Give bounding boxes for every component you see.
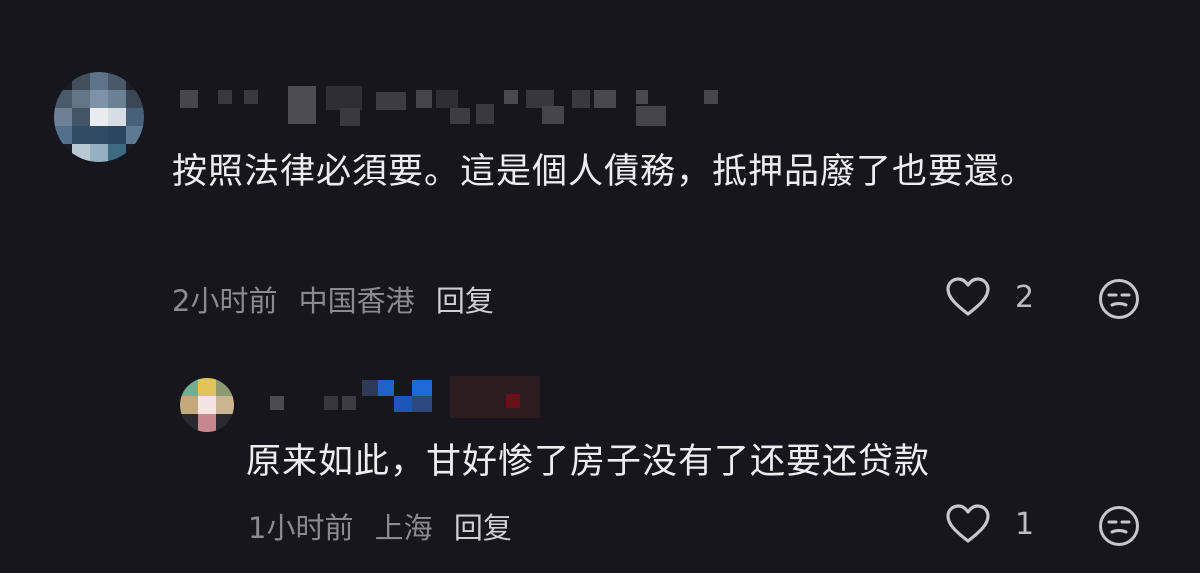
like-button[interactable]: 1 [945, 503, 1035, 545]
reply-location: 上海 [374, 511, 433, 545]
comment-text: 按照法律必須要。這是個人債務，抵押品廢了也要還。 [172, 152, 1037, 192]
like-count: 1 [1015, 506, 1035, 542]
avatar[interactable] [54, 72, 144, 162]
like-button[interactable]: 2 [945, 276, 1035, 318]
heart-outline-icon [946, 277, 990, 316]
avatar[interactable] [180, 378, 234, 432]
like-count: 2 [1015, 279, 1035, 315]
reply-time: 1小时前 [248, 511, 354, 545]
sleepy-face-icon [1099, 506, 1139, 546]
username-pixelated[interactable] [270, 376, 550, 418]
sleepy-face-icon [1099, 279, 1139, 319]
reply-text: 原来如此，甘好惨了房子没有了还要还贷款 [246, 442, 931, 482]
comment-time: 2小时前 [172, 284, 278, 318]
comment-meta: 2小时前 中国香港 回复 [172, 278, 494, 320]
reply-meta: 1小时前 上海 回复 [248, 505, 512, 547]
emoji-reaction-button[interactable] [1098, 505, 1140, 547]
reply-button[interactable]: 回复 [454, 511, 512, 545]
reply-button[interactable]: 回复 [436, 284, 494, 318]
emoji-reaction-button[interactable] [1098, 278, 1140, 320]
comment-location: 中国香港 [298, 284, 415, 318]
heart-outline-icon [946, 504, 990, 543]
username-pixelated[interactable] [180, 86, 740, 126]
